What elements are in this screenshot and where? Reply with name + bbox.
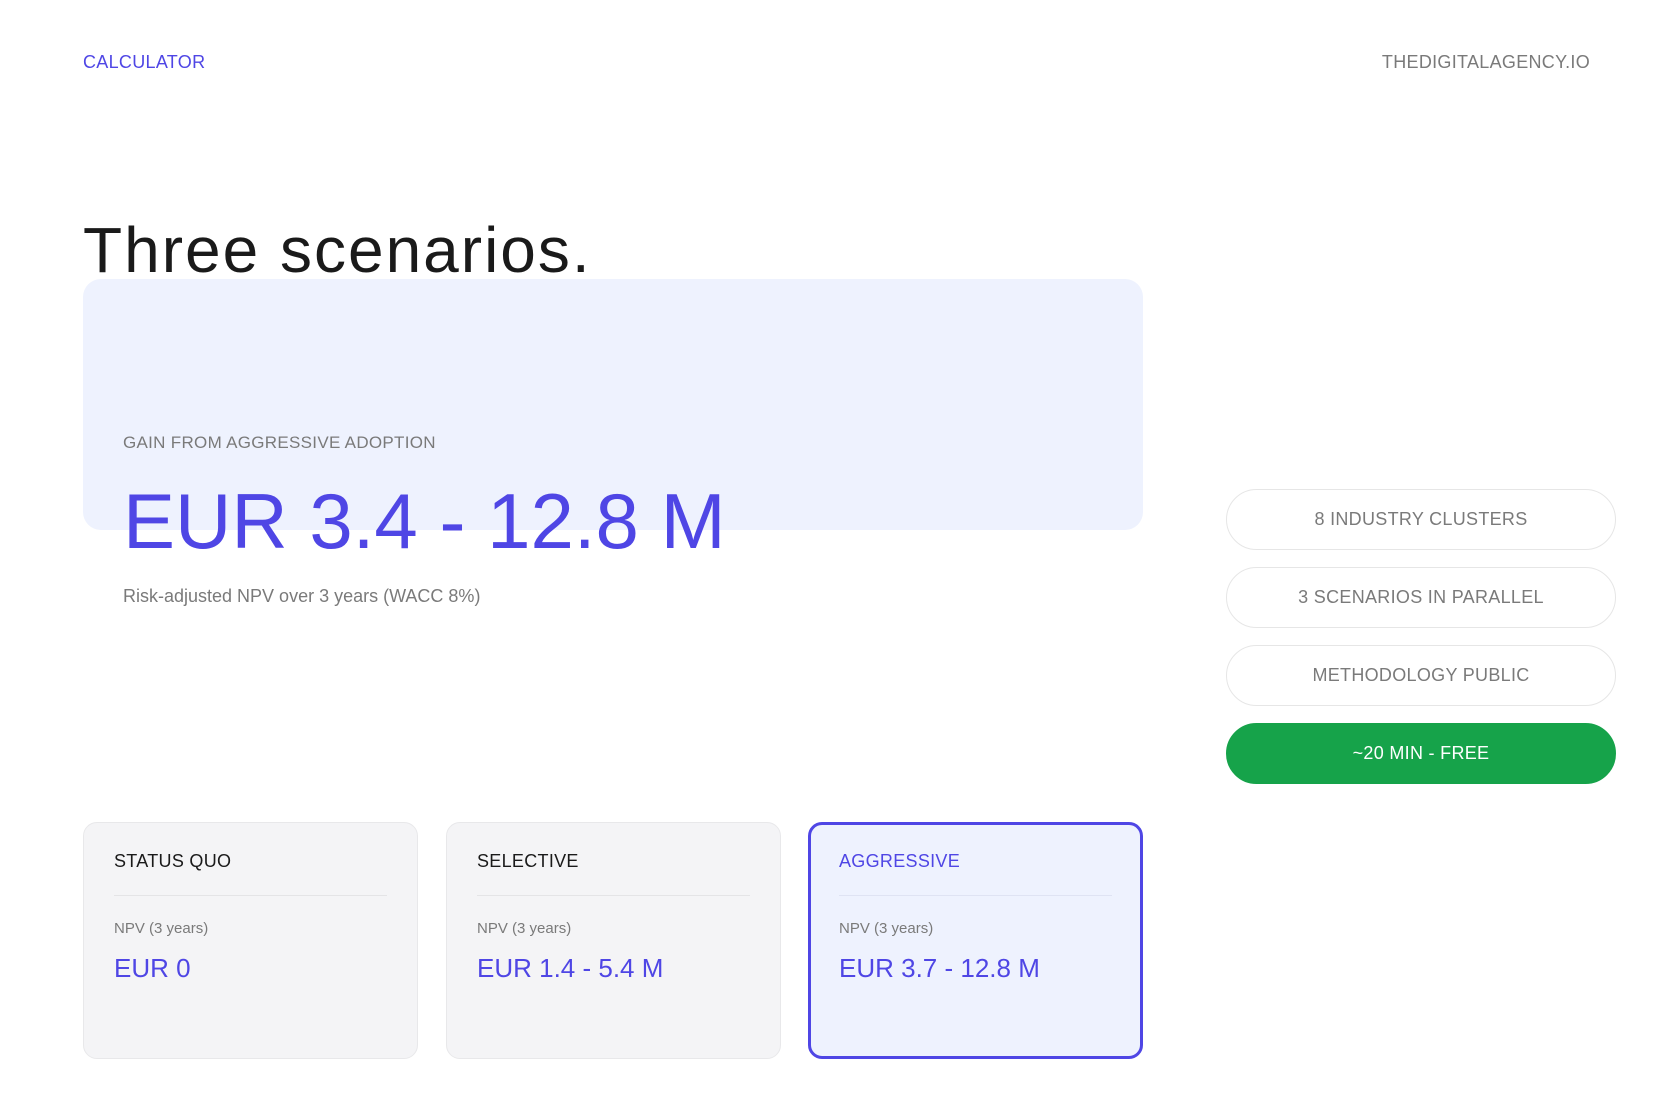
site-domain-link[interactable]: THEDIGITALAGENCY.IO (1380, 52, 1590, 73)
feature-pill-industry-clusters: 8 INDUSTRY CLUSTERS (1226, 489, 1616, 550)
start-calculator-button[interactable]: ~20 MIN - FREE (1226, 723, 1616, 784)
scenario-name: SELECTIVE (477, 851, 579, 871)
calculator-link[interactable]: CALCULATOR (83, 52, 205, 73)
scenario-card-aggressive[interactable]: AGGRESSIVE NPV (3 years) EUR 3.7 - 12.8 … (808, 822, 1143, 1059)
scenario-value: EUR 0 (114, 953, 191, 983)
scenario-metric-label: NPV (3 years) (477, 920, 572, 937)
hero-subtext: Risk-adjusted NPV over 3 years (WACC 8%) (123, 586, 481, 606)
feature-pill-methodology-public: METHODOLOGY PUBLIC (1226, 645, 1616, 706)
hero-label: GAIN FROM AGGRESSIVE ADOPTION (123, 433, 436, 452)
scenario-card-selective[interactable]: SELECTIVE NPV (3 years) EUR 1.4 - 5.4 M (446, 822, 781, 1059)
page-title: Three scenarios. (83, 214, 592, 286)
scenario-value: EUR 1.4 - 5.4 M (477, 953, 664, 983)
card-divider (477, 895, 750, 896)
card-divider (839, 895, 1112, 896)
scenario-name: STATUS QUO (114, 851, 232, 871)
card-divider (114, 895, 387, 896)
feature-pill-scenarios-parallel: 3 SCENARIOS IN PARALLEL (1226, 567, 1616, 628)
scenario-value: EUR 3.7 - 12.8 M (839, 953, 1040, 983)
scenario-name: AGGRESSIVE (839, 851, 961, 871)
scenario-metric-label: NPV (3 years) (839, 920, 934, 937)
scenario-card-status-quo[interactable]: STATUS QUO NPV (3 years) EUR 0 (83, 822, 418, 1059)
scenario-metric-label: NPV (3 years) (114, 920, 209, 937)
hero-value: EUR 3.4 - 12.8 M (123, 477, 726, 565)
